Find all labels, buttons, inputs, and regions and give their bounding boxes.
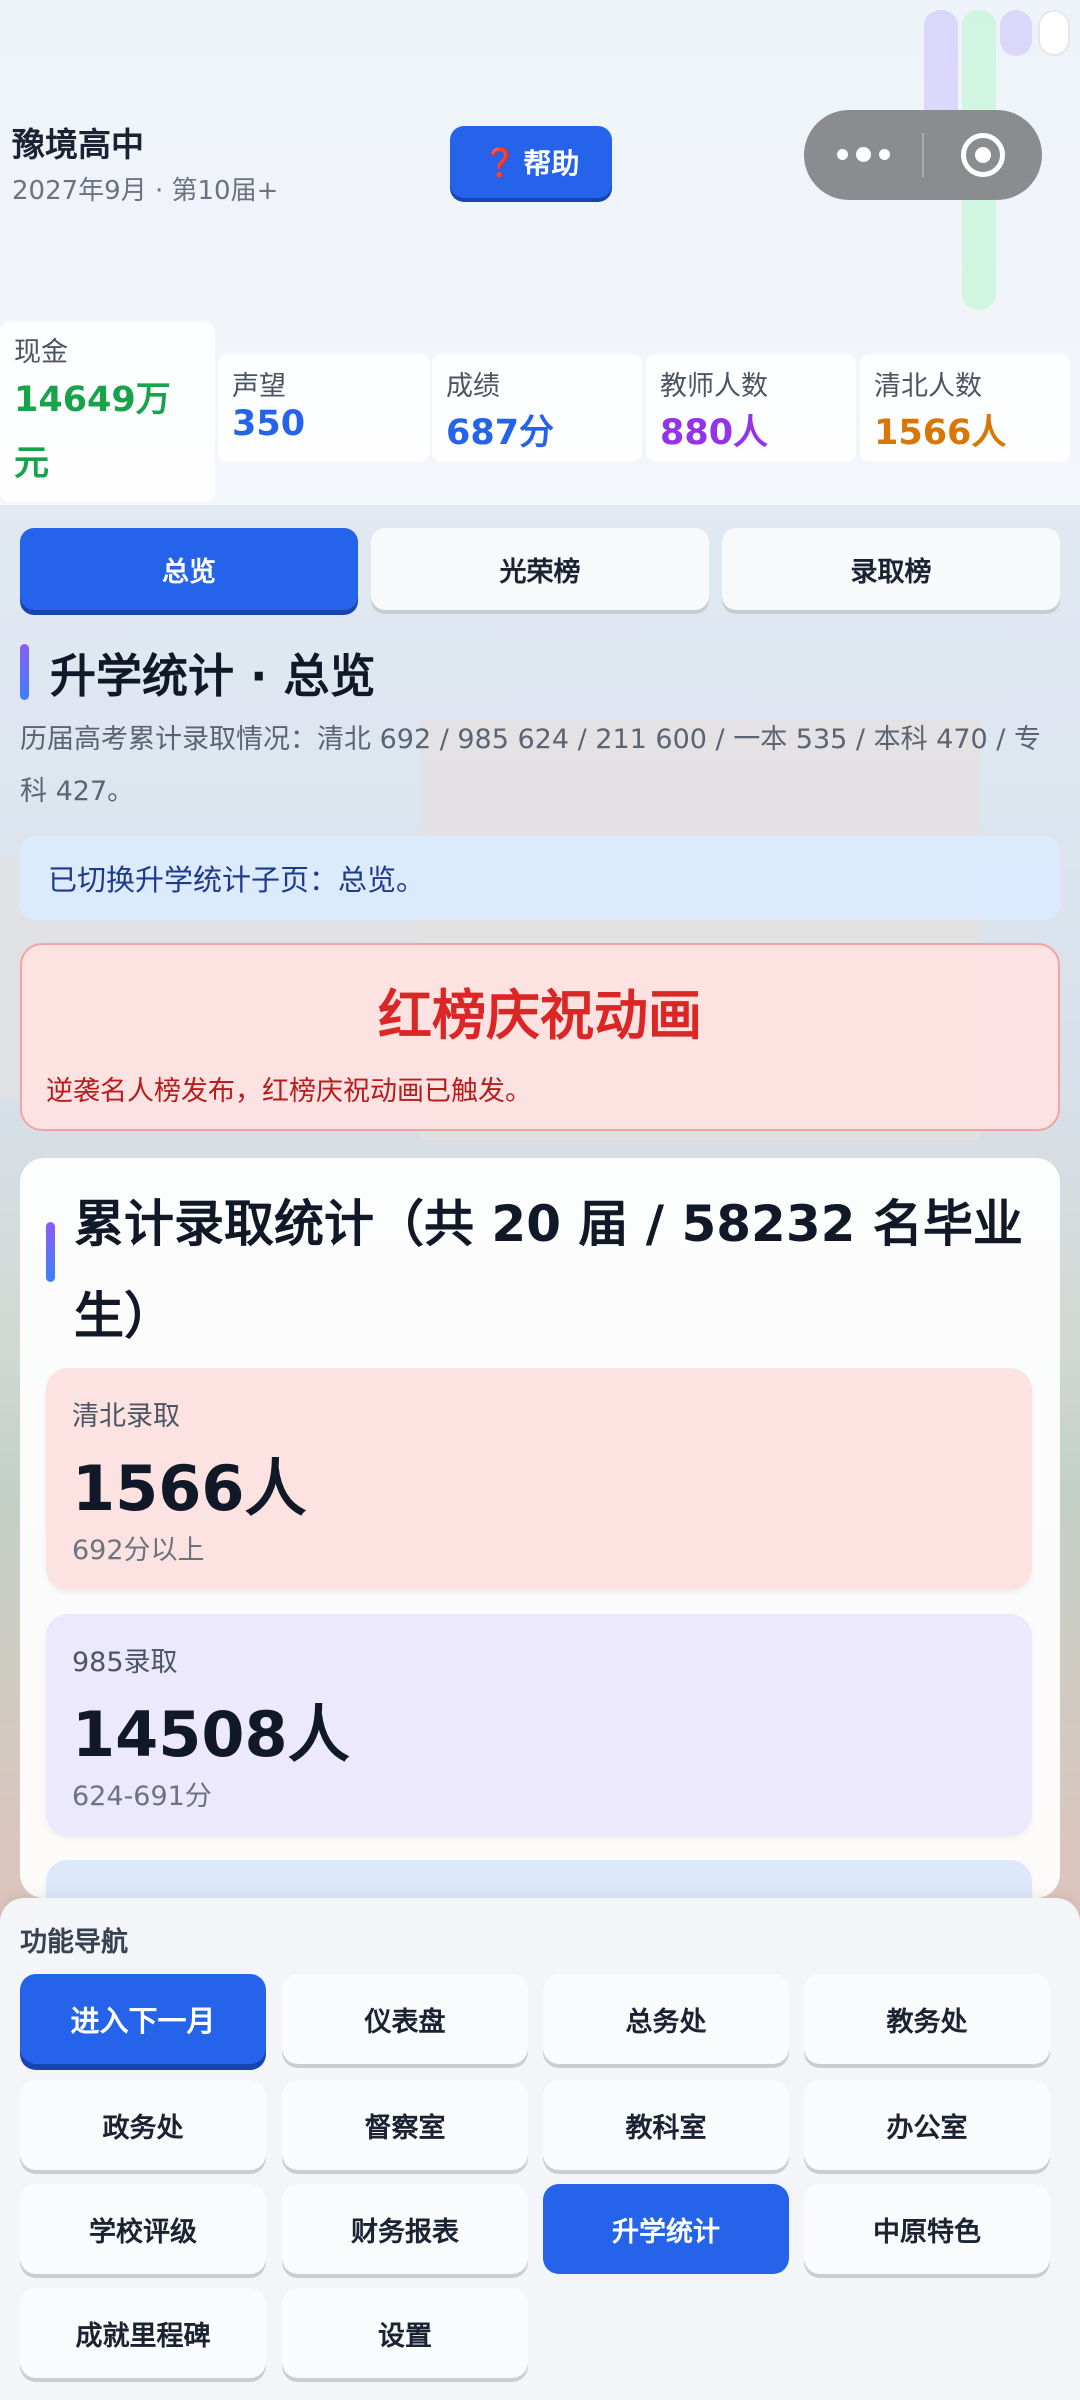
nav-political-affairs[interactable]: 政务处: [20, 2080, 266, 2170]
cumulative-title: 累计录取统计（共 20 届 / 58232 名毕业生）: [74, 1195, 1023, 1345]
stat-value: 350: [232, 404, 306, 444]
tab-admission-list[interactable]: 录取榜: [722, 528, 1060, 610]
nav-financial-report[interactable]: 财务报表: [282, 2184, 528, 2274]
nav-research[interactable]: 教科室: [543, 2080, 789, 2170]
stat-score: 成绩 687分: [432, 354, 642, 462]
page-title: 升学统计 · 总览: [20, 640, 376, 706]
stat-prestige: 声望 350: [218, 354, 430, 462]
nav-academic-affairs[interactable]: 教务处: [804, 1974, 1050, 2064]
celebration-banner: 红榜庆祝动画 逆袭名人榜发布，红榜庆祝动画已触发。: [20, 943, 1060, 1131]
block-value: 1566人: [72, 1452, 307, 1525]
decor-bar: [1038, 10, 1070, 56]
stat-value: 687分: [446, 413, 555, 453]
nav-admission-stats[interactable]: 升学统计: [543, 2184, 789, 2274]
stat-value: 880人: [660, 413, 769, 453]
stat-label: 教师人数: [660, 371, 768, 402]
help-button[interactable]: ❓ 帮助: [450, 126, 612, 198]
stat-block-qingbei: 清北录取 1566人 692分以上: [46, 1368, 1032, 1590]
block-range: 624-691分: [72, 1781, 212, 1812]
school-name: 豫境高中: [12, 125, 144, 164]
stat-label: 清北人数: [874, 371, 982, 402]
nav-settings[interactable]: 设置: [282, 2288, 528, 2378]
next-month-button[interactable]: 进入下一月: [20, 1974, 266, 2064]
stat-value: 14649万元: [14, 380, 171, 484]
notice-banner: 已切换升学统计子页：总览。: [20, 836, 1060, 920]
stat-value: 1566人: [874, 413, 1007, 453]
stat-block-985: 985录取 14508人 624-691分: [46, 1614, 1032, 1836]
question-mark-icon: ❓: [482, 145, 518, 179]
block-range: 692分以上: [72, 1535, 205, 1566]
block-label: 清北录取: [72, 1401, 180, 1432]
stat-block-211: [46, 1860, 1032, 1898]
decor-bar: [1000, 10, 1032, 56]
top-header: 豫境高中 2027年9月 · 第10届+ ❓ 帮助 现金 14649万元 声望 …: [0, 0, 1080, 505]
stat-label: 现金: [14, 337, 68, 368]
sub-tabs: 总览 光荣榜 录取榜: [20, 528, 1060, 610]
mini-program-capsule: [804, 110, 1042, 200]
celebration-title: 红榜庆祝动画: [378, 984, 702, 1047]
stat-label: 成绩: [446, 371, 500, 402]
tab-honor-roll[interactable]: 光荣榜: [371, 528, 709, 610]
summary-text: 历届高考累计录取情况：清北 692 / 985 624 / 211 600 / …: [20, 724, 1041, 807]
nav-milestones[interactable]: 成就里程碑: [20, 2288, 266, 2378]
more-dots-icon[interactable]: [804, 146, 922, 162]
help-label: 帮助: [523, 147, 580, 180]
cumulative-card: 累计录取统计（共 20 届 / 58232 名毕业生） 清北录取 1566人 6…: [20, 1158, 1060, 1898]
date-line: 2027年9月 · 第10届+: [12, 176, 279, 206]
target-close-icon[interactable]: [924, 133, 1042, 177]
block-value: 14508人: [72, 1698, 350, 1771]
title-accent-bar: [46, 1222, 55, 1282]
nav-inspection[interactable]: 督察室: [282, 2080, 528, 2170]
block-label: 985录取: [72, 1647, 178, 1678]
nav-dashboard[interactable]: 仪表盘: [282, 1974, 528, 2064]
nav-office[interactable]: 办公室: [804, 2080, 1050, 2170]
tab-overview[interactable]: 总览: [20, 528, 358, 610]
stat-label: 声望: [232, 371, 286, 402]
celebration-desc: 逆袭名人榜发布，红榜庆祝动画已触发。: [46, 1076, 532, 1107]
stat-teachers: 教师人数 880人: [646, 354, 856, 462]
stat-cash: 现金 14649万元: [0, 322, 215, 502]
function-nav: 功能导航 进入下一月 仪表盘 总务处 教务处 政务处 督察室 教科室 办公室 学…: [0, 1898, 1080, 2400]
nav-title: 功能导航: [20, 1927, 128, 1958]
stat-qingbei: 清北人数 1566人: [860, 354, 1070, 462]
nav-school-rating[interactable]: 学校评级: [20, 2184, 266, 2274]
nav-central-plains[interactable]: 中原特色: [804, 2184, 1050, 2274]
nav-general-affairs[interactable]: 总务处: [543, 1974, 789, 2064]
